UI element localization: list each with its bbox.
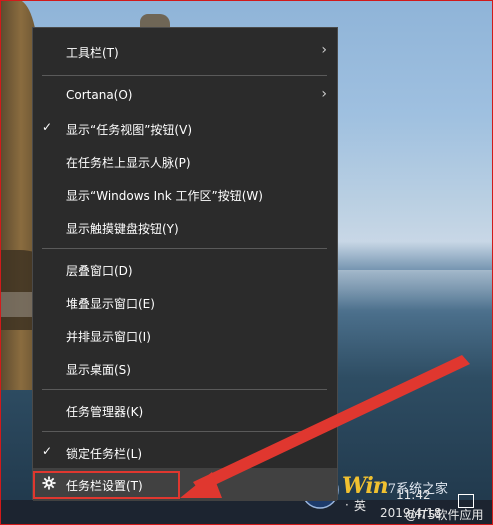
annotation-arrow-icon — [180, 355, 470, 498]
